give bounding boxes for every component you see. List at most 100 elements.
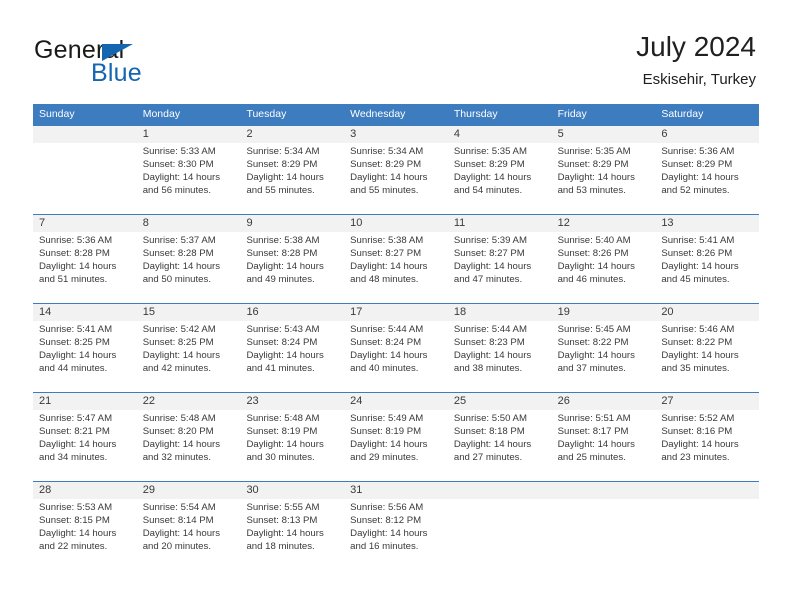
weekday-header-thursday: Thursday xyxy=(453,108,498,120)
day-cell[interactable]: Sunrise: 5:33 AM Sunset: 8:30 PM Dayligh… xyxy=(137,143,241,214)
sunrise-text: Sunrise: 5:34 AM xyxy=(350,146,424,157)
day-cell[interactable]: Sunrise: 5:48 AM Sunset: 8:20 PM Dayligh… xyxy=(137,410,241,481)
day-number[interactable]: 1 xyxy=(137,126,241,143)
day-cell[interactable] xyxy=(552,499,656,570)
day-cell[interactable]: Sunrise: 5:54 AM Sunset: 8:14 PM Dayligh… xyxy=(137,499,241,570)
day-cell[interactable]: Sunrise: 5:35 AM Sunset: 8:29 PM Dayligh… xyxy=(448,143,552,214)
day-cell[interactable]: Sunrise: 5:44 AM Sunset: 8:24 PM Dayligh… xyxy=(344,321,448,392)
day-number[interactable]: 3 xyxy=(344,126,448,143)
day-cell[interactable]: Sunrise: 5:55 AM Sunset: 8:13 PM Dayligh… xyxy=(240,499,344,570)
day-cell[interactable]: Sunrise: 5:52 AM Sunset: 8:16 PM Dayligh… xyxy=(655,410,759,481)
day-cell[interactable]: Sunrise: 5:42 AM Sunset: 8:25 PM Dayligh… xyxy=(137,321,241,392)
day-cell[interactable]: Sunrise: 5:50 AM Sunset: 8:18 PM Dayligh… xyxy=(448,410,552,481)
day-cell[interactable]: Sunrise: 5:37 AM Sunset: 8:28 PM Dayligh… xyxy=(137,232,241,303)
day-number[interactable]: 28 xyxy=(33,482,137,499)
day-number[interactable]: 6 xyxy=(655,126,759,143)
sunset-text: Sunset: 8:29 PM xyxy=(557,158,629,170)
day-cell[interactable]: Sunrise: 5:44 AM Sunset: 8:23 PM Dayligh… xyxy=(448,321,552,392)
sunrise-text: Sunrise: 5:45 AM xyxy=(557,324,631,335)
day-number[interactable] xyxy=(33,126,137,143)
daylight-text-line1: Daylight: 14 hours xyxy=(39,527,117,539)
day-cell[interactable]: Sunrise: 5:46 AM Sunset: 8:22 PM Dayligh… xyxy=(655,321,759,392)
day-cell[interactable]: Sunrise: 5:35 AM Sunset: 8:29 PM Dayligh… xyxy=(552,143,656,214)
day-cell[interactable]: Sunrise: 5:56 AM Sunset: 8:12 PM Dayligh… xyxy=(344,499,448,570)
day-cell[interactable]: Sunrise: 5:53 AM Sunset: 8:15 PM Dayligh… xyxy=(33,499,137,570)
day-number[interactable]: 23 xyxy=(240,393,344,410)
daylight-text-line2: and 55 minutes. xyxy=(350,184,419,196)
day-number[interactable]: 17 xyxy=(344,304,448,321)
day-number[interactable] xyxy=(552,482,656,499)
general-blue-logo[interactable]: General Blue xyxy=(34,36,234,90)
sunset-text: Sunset: 8:26 PM xyxy=(661,247,733,259)
day-number[interactable]: 22 xyxy=(137,393,241,410)
day-cell[interactable]: Sunrise: 5:41 AM Sunset: 8:25 PM Dayligh… xyxy=(33,321,137,392)
day-number[interactable]: 11 xyxy=(448,215,552,232)
daylight-text-line2: and 23 minutes. xyxy=(661,451,730,463)
week-row: 14 15 16 17 18 19 20 Sunrise: 5:41 AM Su… xyxy=(33,303,759,392)
day-number[interactable]: 26 xyxy=(552,393,656,410)
day-cell[interactable]: Sunrise: 5:34 AM Sunset: 8:29 PM Dayligh… xyxy=(344,143,448,214)
week-detail-band: Sunrise: 5:36 AM Sunset: 8:28 PM Dayligh… xyxy=(33,232,759,303)
day-number[interactable] xyxy=(448,482,552,499)
day-number[interactable]: 8 xyxy=(137,215,241,232)
page-title: July 2024 xyxy=(636,31,756,62)
day-number[interactable]: 4 xyxy=(448,126,552,143)
day-cell[interactable] xyxy=(33,143,137,214)
day-number[interactable]: 13 xyxy=(655,215,759,232)
day-number[interactable]: 30 xyxy=(240,482,344,499)
day-cell[interactable]: Sunrise: 5:39 AM Sunset: 8:27 PM Dayligh… xyxy=(448,232,552,303)
day-number[interactable]: 18 xyxy=(448,304,552,321)
weekday-header-wednesday: Wednesday xyxy=(350,108,406,120)
weekday-header-tuesday: Tuesday xyxy=(246,108,287,120)
daylight-text-line1: Daylight: 14 hours xyxy=(350,171,428,183)
day-number[interactable]: 2 xyxy=(240,126,344,143)
day-cell[interactable]: Sunrise: 5:43 AM Sunset: 8:24 PM Dayligh… xyxy=(240,321,344,392)
daylight-text-line2: and 44 minutes. xyxy=(39,362,108,374)
day-number[interactable]: 9 xyxy=(240,215,344,232)
week-daynumber-band: 28 29 30 31 xyxy=(33,482,759,499)
day-number[interactable]: 20 xyxy=(655,304,759,321)
day-cell[interactable]: Sunrise: 5:45 AM Sunset: 8:22 PM Dayligh… xyxy=(552,321,656,392)
sunset-text: Sunset: 8:22 PM xyxy=(661,336,733,348)
day-number[interactable]: 27 xyxy=(655,393,759,410)
day-cell[interactable]: Sunrise: 5:49 AM Sunset: 8:19 PM Dayligh… xyxy=(344,410,448,481)
day-number[interactable]: 14 xyxy=(33,304,137,321)
day-number[interactable] xyxy=(655,482,759,499)
day-number[interactable]: 10 xyxy=(344,215,448,232)
day-cell[interactable]: Sunrise: 5:38 AM Sunset: 8:28 PM Dayligh… xyxy=(240,232,344,303)
day-number[interactable]: 24 xyxy=(344,393,448,410)
day-number[interactable]: 12 xyxy=(552,215,656,232)
sunrise-text: Sunrise: 5:46 AM xyxy=(661,324,735,335)
sunset-text: Sunset: 8:12 PM xyxy=(350,514,422,526)
day-number[interactable]: 29 xyxy=(137,482,241,499)
daylight-text-line1: Daylight: 14 hours xyxy=(557,260,635,272)
day-number[interactable]: 15 xyxy=(137,304,241,321)
day-cell[interactable]: Sunrise: 5:48 AM Sunset: 8:19 PM Dayligh… xyxy=(240,410,344,481)
day-cell[interactable]: Sunrise: 5:38 AM Sunset: 8:27 PM Dayligh… xyxy=(344,232,448,303)
sunset-text: Sunset: 8:19 PM xyxy=(246,425,318,437)
day-number[interactable]: 21 xyxy=(33,393,137,410)
day-cell[interactable]: Sunrise: 5:47 AM Sunset: 8:21 PM Dayligh… xyxy=(33,410,137,481)
day-number[interactable]: 7 xyxy=(33,215,137,232)
day-number[interactable]: 31 xyxy=(344,482,448,499)
day-cell[interactable]: Sunrise: 5:41 AM Sunset: 8:26 PM Dayligh… xyxy=(655,232,759,303)
daylight-text-line1: Daylight: 14 hours xyxy=(350,349,428,361)
daylight-text-line2: and 54 minutes. xyxy=(453,184,523,196)
daylight-text-line1: Daylight: 14 hours xyxy=(39,349,117,361)
sunrise-text: Sunrise: 5:44 AM xyxy=(350,324,424,335)
daylight-text-line1: Daylight: 14 hours xyxy=(246,349,324,361)
logo-text-blue: Blue xyxy=(91,59,142,87)
day-cell[interactable]: Sunrise: 5:36 AM Sunset: 8:29 PM Dayligh… xyxy=(655,143,759,214)
day-cell[interactable] xyxy=(448,499,552,570)
day-cell[interactable]: Sunrise: 5:40 AM Sunset: 8:26 PM Dayligh… xyxy=(552,232,656,303)
daylight-text-line1: Daylight: 14 hours xyxy=(142,349,221,361)
day-number[interactable]: 25 xyxy=(448,393,552,410)
day-cell[interactable]: Sunrise: 5:34 AM Sunset: 8:29 PM Dayligh… xyxy=(240,143,344,214)
day-cell[interactable] xyxy=(655,499,759,570)
sunset-text: Sunset: 8:25 PM xyxy=(142,336,214,348)
day-cell[interactable]: Sunrise: 5:36 AM Sunset: 8:28 PM Dayligh… xyxy=(33,232,137,303)
day-cell[interactable]: Sunrise: 5:51 AM Sunset: 8:17 PM Dayligh… xyxy=(552,410,656,481)
day-number[interactable]: 16 xyxy=(240,304,344,321)
day-number[interactable]: 5 xyxy=(552,126,656,143)
day-number[interactable]: 19 xyxy=(552,304,656,321)
